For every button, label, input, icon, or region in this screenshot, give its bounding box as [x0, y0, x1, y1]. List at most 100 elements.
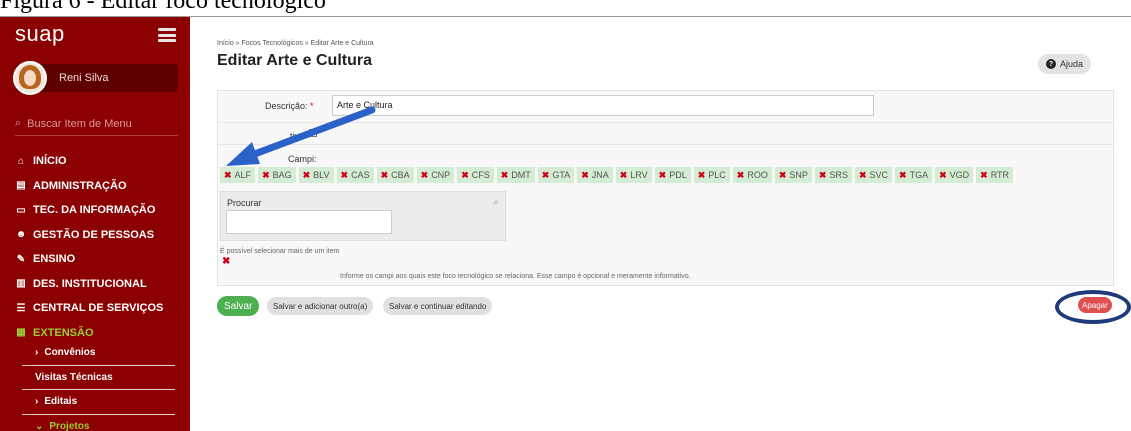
submenu-item-label: Projetos [49, 421, 90, 431]
campus-tag[interactable]: ✖ BLV [298, 167, 334, 183]
remove-icon[interactable]: ✖ [980, 170, 988, 181]
remove-icon[interactable]: ✖ [659, 170, 667, 181]
remove-icon[interactable]: ✖ [939, 170, 947, 181]
sidebar-item-label: DES. INSTITUCIONAL [33, 277, 147, 290]
sidebar-item-tec-da-informa-o[interactable]: ▭ TEC. DA INFORMAÇÃO [15, 198, 190, 223]
campus-tag[interactable]: ✖ DMT [496, 167, 535, 183]
campus-tag[interactable]: ✖ PDL [654, 167, 691, 183]
sidebar-item-ensino[interactable]: ✎ ENSINO [15, 247, 190, 272]
campus-tag[interactable]: ✖ BAG [258, 167, 296, 183]
remove-icon[interactable]: ✖ [542, 170, 550, 181]
ativo-checkbox[interactable]: ✔ [309, 129, 317, 137]
multi-select-hint: É possível selecionar mais de um item [220, 248, 340, 255]
remove-icon[interactable]: ✖ [859, 170, 867, 181]
campus-tag-label: LRV [630, 170, 648, 180]
remove-icon[interactable]: ✖ [303, 170, 311, 181]
campi-label: Campi: [288, 154, 317, 164]
campus-tag[interactable]: ✖ SRS [814, 167, 852, 183]
figure-caption: Figura 6 - Editar foco tecnológico [0, 0, 326, 14]
building-icon: ▤ [16, 180, 26, 192]
remove-icon[interactable]: ✖ [341, 170, 349, 181]
save-button[interactable]: Salvar [217, 296, 260, 316]
campus-tag[interactable]: ✖ TGA [895, 167, 933, 183]
sidebar-item-label: CENTRAL DE SERVIÇOS [33, 302, 164, 315]
campus-tag[interactable]: ✖ GTA [537, 167, 575, 183]
menu-search[interactable]: ⌕ Buscar Item de Menu [15, 117, 132, 130]
campus-tag[interactable]: ✖ ALF [220, 167, 256, 183]
campus-tag[interactable]: ✖ SNP [774, 167, 812, 183]
campus-tag-label: BLV [313, 170, 330, 180]
remove-icon[interactable]: ✖ [501, 170, 509, 181]
remove-icon[interactable]: ✖ [421, 170, 429, 181]
chevron-right-icon: › [35, 396, 39, 408]
list-icon: ☰ [16, 302, 26, 314]
campus-tag[interactable]: ✖ VGD [935, 167, 974, 183]
campus-tag-label: DMT [511, 170, 531, 180]
sidebar-item-administra-o[interactable]: ▤ ADMINISTRAÇÃO [15, 174, 190, 199]
campus-tag-label: SVC [869, 170, 889, 180]
avatar [13, 61, 47, 95]
campi-tags: ✖ ALF ✖ BAG ✖ BLV ✖ CAS ✖ CBA ✖ CNP ✖ CFS ✖ DMT ✖ GTA ✖ JNA… [220, 167, 1014, 183]
submenu-item[interactable]: › Editais [22, 390, 175, 415]
user-profile[interactable]: Reni Silva [13, 61, 178, 95]
help-label: Ajuda [1060, 59, 1084, 69]
submenu-item-label: Visitas Técnicas [35, 371, 113, 383]
campus-tag[interactable]: ✖ JNA [577, 167, 613, 183]
sidebar-item-label: ENSINO [33, 253, 76, 266]
search-panel-title: Procurar [227, 198, 262, 208]
campi-search-input[interactable] [226, 210, 392, 234]
page-title: Editar Arte e Cultura [217, 52, 372, 69]
submenu-item[interactable]: › Convênios [22, 341, 175, 366]
remove-icon[interactable]: ✖ [262, 170, 270, 181]
campus-tag[interactable]: ✖ CAS [336, 167, 374, 183]
descricao-row: Descrição: * Arte e Cultura [218, 91, 1113, 123]
sidebar-item-label: TEC. DA INFORMAÇÃO [33, 204, 156, 217]
descricao-label: Descrição: * [265, 101, 314, 111]
question-icon: ? [1046, 59, 1056, 69]
campus-tag[interactable]: ✖ LRV [615, 167, 652, 183]
hamburger-menu-icon[interactable] [158, 28, 176, 42]
remove-icon[interactable]: ✖ [461, 170, 469, 181]
submenu-item[interactable]: ⌄ Projetos [22, 415, 175, 431]
breadcrumb[interactable]: Início » Focos Tecnológicos » Editar Art… [217, 40, 374, 47]
clear-selection-icon[interactable]: ✖ [222, 256, 230, 267]
remove-icon[interactable]: ✖ [698, 170, 706, 181]
campus-tag[interactable]: ✖ PLC [693, 167, 730, 183]
remove-icon[interactable]: ✖ [381, 170, 389, 181]
campus-tag[interactable]: ✖ CBA [376, 167, 414, 183]
campus-tag-label: ROO [747, 170, 768, 180]
remove-icon[interactable]: ✖ [224, 170, 232, 181]
descricao-input[interactable]: Arte e Cultura [332, 95, 874, 116]
campus-tag[interactable]: ✖ ROO [732, 167, 772, 183]
remove-icon[interactable]: ✖ [581, 170, 589, 181]
submenu-item-label: Convênios [44, 347, 96, 359]
app-logo[interactable]: suap [15, 21, 65, 47]
briefcase-icon: ▦ [16, 327, 26, 339]
campus-tag[interactable]: ✖ RTR [976, 167, 1014, 183]
campus-tag[interactable]: ✖ CNP [416, 167, 455, 183]
campus-tag-label: ALF [234, 170, 252, 180]
sidebar: suap Reni Silva ⌕ Buscar Item de Menu ⌂ I… [0, 17, 190, 431]
people-icon: ☻ [15, 229, 27, 241]
remove-icon[interactable]: ✖ [620, 170, 628, 181]
sidebar-item-label: ADMINISTRAÇÃO [33, 179, 127, 192]
campus-tag[interactable]: ✖ CFS [457, 167, 494, 183]
submenu-item[interactable]: Visitas Técnicas [22, 366, 175, 390]
home-icon: ⌂ [17, 155, 25, 167]
save-and-add-button[interactable]: Salvar e adicionar outro(a) [267, 297, 374, 315]
remove-icon[interactable]: ✖ [899, 170, 907, 181]
extension-submenu: › Convênios Visitas Técnicas › Editais ⌄ Proje… [22, 341, 175, 431]
main-menu: ⌂ INÍCIO ▤ ADMINISTRAÇÃO ▭ TEC. DA INFORMAÇÃO… [15, 149, 190, 345]
sidebar-item-central-de-servi-os[interactable]: ☰ CENTRAL DE SERVIÇOS [15, 296, 190, 321]
sidebar-item-gest-o-de-pessoas[interactable]: ☻ GESTÃO DE PESSOAS [15, 223, 190, 248]
help-button[interactable]: ? Ajuda [1038, 54, 1092, 74]
save-and-continue-button[interactable]: Salvar e continuar editando [383, 297, 493, 315]
sidebar-item-des-institucional[interactable]: ▥ DES. INSTITUCIONAL [15, 272, 190, 297]
sidebar-item-in-cio[interactable]: ⌂ INÍCIO [15, 149, 190, 174]
remove-icon[interactable]: ✖ [819, 170, 827, 181]
campus-tag-label: VGD [949, 170, 970, 180]
remove-icon[interactable]: ✖ [737, 170, 745, 181]
campus-tag[interactable]: ✖ SVC [854, 167, 893, 183]
remove-icon[interactable]: ✖ [779, 170, 787, 181]
campi-info-text: Informe os campi aos quais este foco tec… [340, 273, 691, 280]
